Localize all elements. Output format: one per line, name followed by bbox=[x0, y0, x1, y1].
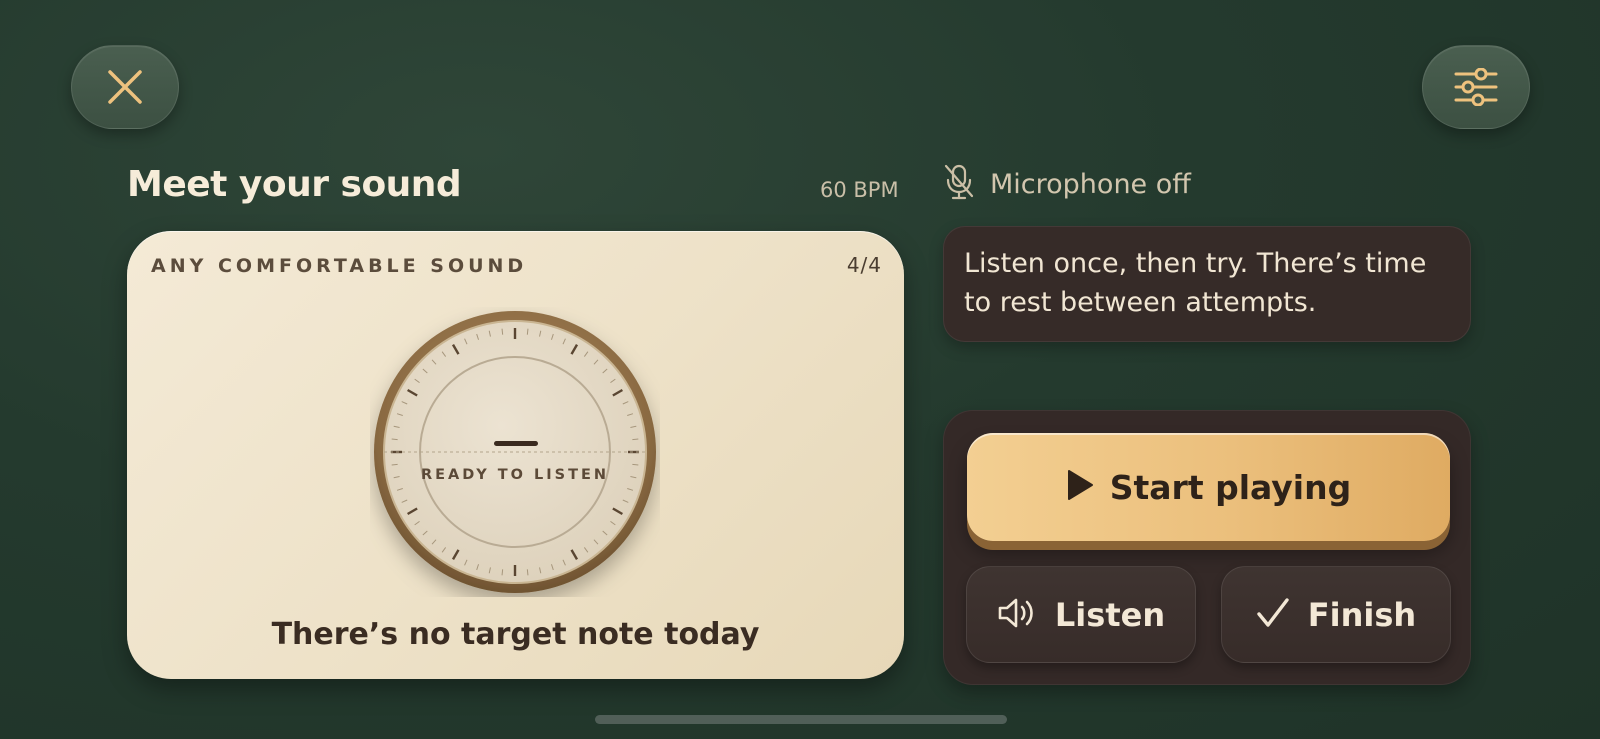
target-note-message: There’s no target note today bbox=[271, 617, 760, 652]
pitch-dial: READY TO LISTEN bbox=[370, 307, 660, 597]
close-x-icon bbox=[107, 69, 143, 105]
controls-panel: Start playing Listen Finish bbox=[943, 410, 1471, 685]
tempo-label: 60 BPM bbox=[820, 178, 899, 202]
settings-button[interactable] bbox=[1422, 45, 1530, 129]
dial-minor-tick bbox=[526, 569, 529, 576]
listen-label: Listen bbox=[1054, 595, 1166, 634]
finish-label: Finish bbox=[1307, 595, 1417, 634]
sliders-icon bbox=[1454, 68, 1498, 106]
microphone-status: Microphone off bbox=[944, 164, 1191, 204]
dial-minor-tick bbox=[632, 438, 639, 441]
home-indicator bbox=[595, 715, 1007, 724]
microphone-off-icon bbox=[944, 164, 974, 204]
close-button[interactable] bbox=[71, 45, 179, 129]
play-icon bbox=[1066, 469, 1094, 505]
card-category-label: ANY COMFORTABLE SOUND bbox=[151, 255, 528, 277]
sound-card: ANY COMFORTABLE SOUND 4/4 READY TO LISTE… bbox=[127, 231, 904, 679]
dial-minor-tick bbox=[501, 569, 504, 576]
dial-minor-tick bbox=[391, 438, 398, 441]
dial-status-label: READY TO LISTEN bbox=[420, 467, 610, 483]
checkmark-icon bbox=[1256, 597, 1290, 633]
dial-minor-tick bbox=[632, 463, 639, 466]
instruction-box: Listen once, then try. There’s time to r… bbox=[943, 226, 1471, 342]
instruction-text: Listen once, then try. There’s time to r… bbox=[964, 248, 1427, 318]
page-title: Meet your sound bbox=[127, 164, 462, 205]
microphone-status-label: Microphone off bbox=[990, 168, 1191, 200]
listen-button[interactable]: Listen bbox=[966, 566, 1196, 663]
start-playing-button[interactable]: Start playing bbox=[967, 433, 1450, 541]
dial-minor-tick bbox=[526, 328, 529, 335]
finish-button[interactable]: Finish bbox=[1221, 566, 1451, 663]
dial-minor-tick bbox=[501, 328, 504, 335]
start-playing-label: Start playing bbox=[1109, 467, 1352, 507]
speaker-icon bbox=[997, 596, 1037, 634]
step-counter: 4/4 bbox=[846, 253, 882, 277]
dial-minor-tick bbox=[391, 463, 398, 466]
